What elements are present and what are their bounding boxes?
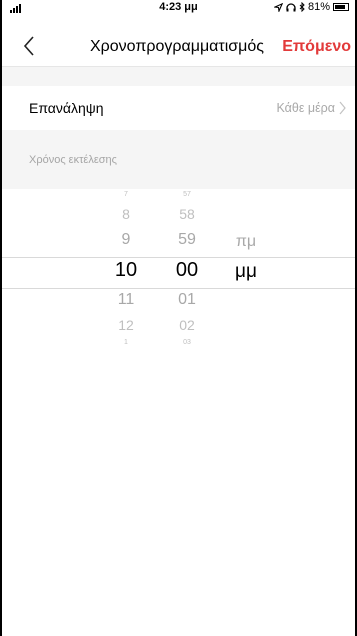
minute-option: 58 bbox=[179, 206, 195, 222]
period-column[interactable]: πμ μμ bbox=[224, 189, 268, 366]
hour-option: 11 bbox=[117, 291, 135, 308]
repeat-label: Επανάληψη bbox=[29, 100, 104, 116]
minute-option: 02 bbox=[179, 317, 195, 333]
repeat-value: Κάθε μέρα bbox=[276, 101, 335, 115]
back-button[interactable] bbox=[20, 32, 44, 60]
hour-column[interactable]: 7 8 9 10 11 12 1 bbox=[102, 189, 150, 366]
next-button[interactable]: Επόμενο bbox=[282, 38, 351, 56]
hour-option: 7 bbox=[124, 191, 128, 198]
period-option-selected: μμ bbox=[235, 261, 257, 282]
repeat-row[interactable]: Επανάληψη Κάθε μέρα bbox=[2, 86, 355, 130]
chevron-left-icon bbox=[23, 36, 34, 56]
location-icon bbox=[273, 2, 283, 12]
hour-option-selected: 10 bbox=[114, 259, 138, 281]
headphones-icon bbox=[286, 2, 296, 11]
minute-option-selected: 00 bbox=[175, 259, 199, 281]
navigation-bar: Χρονοπρογραμματισμός Επόμενο bbox=[2, 28, 355, 66]
hour-option: 8 bbox=[122, 206, 130, 222]
hour-option: 12 bbox=[118, 317, 134, 333]
battery-percent: 81% bbox=[307, 1, 330, 13]
minute-option: 57 bbox=[183, 191, 191, 198]
status-bar: 4:23 μμ 81% bbox=[2, 0, 355, 16]
minute-column[interactable]: 57 58 59 00 01 02 03 bbox=[163, 189, 211, 366]
time-picker[interactable]: 7 8 9 10 11 12 1 57 58 59 00 01 02 03 πμ… bbox=[2, 189, 355, 366]
period-option: πμ bbox=[235, 233, 257, 250]
execution-time-label: Χρόνος εκτέλεσης bbox=[29, 154, 117, 166]
bluetooth-icon bbox=[299, 2, 305, 12]
screen: 4:23 μμ 81% Χρονοπρογραμματισμός Επόμενο… bbox=[0, 0, 357, 636]
hour-option: 1 bbox=[124, 339, 128, 346]
minute-option: 03 bbox=[183, 339, 191, 346]
page-title: Χρονοπρογραμματισμός bbox=[90, 38, 264, 55]
hour-option: 9 bbox=[121, 231, 131, 248]
status-right: 81% bbox=[273, 1, 349, 13]
minute-option: 59 bbox=[178, 231, 196, 248]
chevron-right-icon bbox=[339, 101, 346, 115]
battery-icon bbox=[333, 3, 349, 11]
minute-option: 01 bbox=[178, 291, 196, 308]
